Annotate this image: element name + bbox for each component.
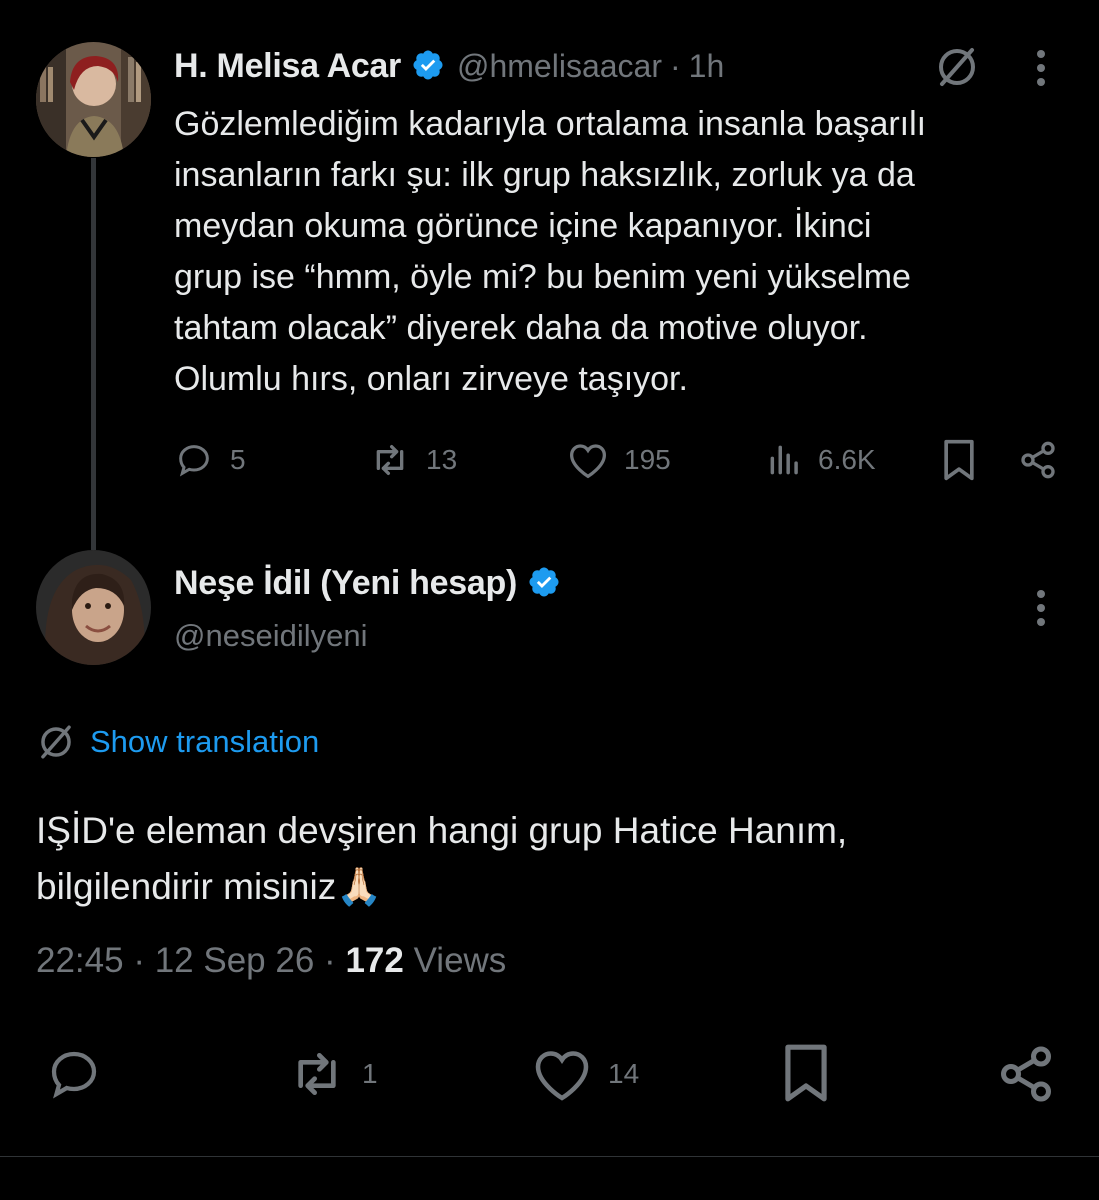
analytics-icon [770,445,798,475]
separator-dot: · [669,47,681,84]
tweet-metadata: 22:45 · 12 Sep 26 · 172 Views [36,941,506,981]
heart-icon [535,1051,589,1101]
tweet-time[interactable]: 1h [689,48,725,85]
divider [0,1156,1099,1157]
share-icon [1021,441,1055,479]
more-options-icon[interactable] [1032,588,1050,633]
tweet-header: H. Melisa Acar @hmelisaacar · 1h [174,42,724,90]
like-count: 195 [624,444,671,475]
show-translation-link[interactable]: Show translation [36,722,319,762]
reply-button[interactable] [44,1044,104,1104]
tweet-text-line: insanların farkı şu: ilk grup haksızlık,… [174,156,915,194]
separator-dot: · [324,941,336,980]
tweet-time[interactable]: 22:45 [36,941,124,980]
reply-count: 5 [230,444,246,475]
bookmark-icon [944,439,974,481]
bookmark-icon [785,1044,827,1102]
reply-icon [179,445,209,477]
reply-button[interactable]: 5 [174,440,246,480]
author-handle[interactable]: @neseidilyeni [174,618,367,654]
share-button[interactable] [1018,440,1058,480]
avatar[interactable] [36,42,151,157]
views-count: 6.6K [818,444,876,475]
reply-header: Neşe İdil (Yeni hesap) [174,558,561,608]
tweet-text: Gözlemlediğim kadarıyla ortalama insanla… [174,99,1074,405]
repost-icon [376,445,404,475]
repost-count: 1 [362,1058,378,1089]
reply-text-line: IŞİD'e eleman devşiren hangi grup Hatice… [36,810,848,851]
show-translation-label[interactable]: Show translation [90,724,319,760]
bookmark-button[interactable] [940,438,978,482]
verified-badge-icon [527,565,561,604]
share-icon [1001,1046,1051,1102]
verified-badge-icon [411,48,445,87]
share-button[interactable] [996,1044,1056,1104]
author-name[interactable]: H. Melisa Acar [174,47,401,86]
tweet-text-line: meydan okuma görünce içine kapanıyor. İk… [174,207,872,245]
reply-text: IŞİD'e eleman devşiren hangi grup Hatice… [36,803,1066,915]
like-button[interactable]: 195 [566,440,671,480]
reply-text-line: bilgilendirir misiniz🙏🏻 [36,859,1066,915]
views-count: 172 [345,941,404,980]
tweet-text-line: grup ise “hmm, öyle mi? bu benim yeni yü… [174,258,911,296]
tweet-date[interactable]: 12 Sep 26 [155,941,315,980]
heart-icon [569,444,607,479]
repost-button[interactable]: 1 [284,1046,378,1102]
tweet-text-line: Olumlu hırs, onları zirveye taşıyor. [174,360,688,398]
views-label: Views [413,941,507,980]
repost-count: 13 [426,444,458,475]
repost-button[interactable]: 13 [368,440,457,480]
more-options-icon[interactable] [1032,48,1050,93]
views-button[interactable]: 6.6K [766,440,876,480]
like-count: 14 [608,1058,640,1089]
pray-emoji: 🙏🏻 [336,866,383,907]
avatar[interactable] [36,550,151,665]
like-button[interactable]: 14 [530,1044,639,1104]
tweet-text-line: tahtam olacak” diyerek daha da motive ol… [174,309,868,347]
translate-icon [41,725,71,759]
author-handle[interactable]: @hmelisaacar [457,48,662,85]
bookmark-button[interactable] [780,1042,832,1104]
separator-dot: · [133,941,145,980]
reply-text-line-content: bilgilendirir misiniz [36,866,337,907]
repost-icon [298,1053,336,1095]
translate-icon[interactable] [934,44,980,95]
author-name[interactable]: Neşe İdil (Yeni hesap) [174,564,517,603]
tweet-text-line: Gözlemlediğim kadarıyla ortalama insanla… [174,105,927,143]
reply-icon [51,1051,97,1099]
thread-connector [91,158,96,550]
